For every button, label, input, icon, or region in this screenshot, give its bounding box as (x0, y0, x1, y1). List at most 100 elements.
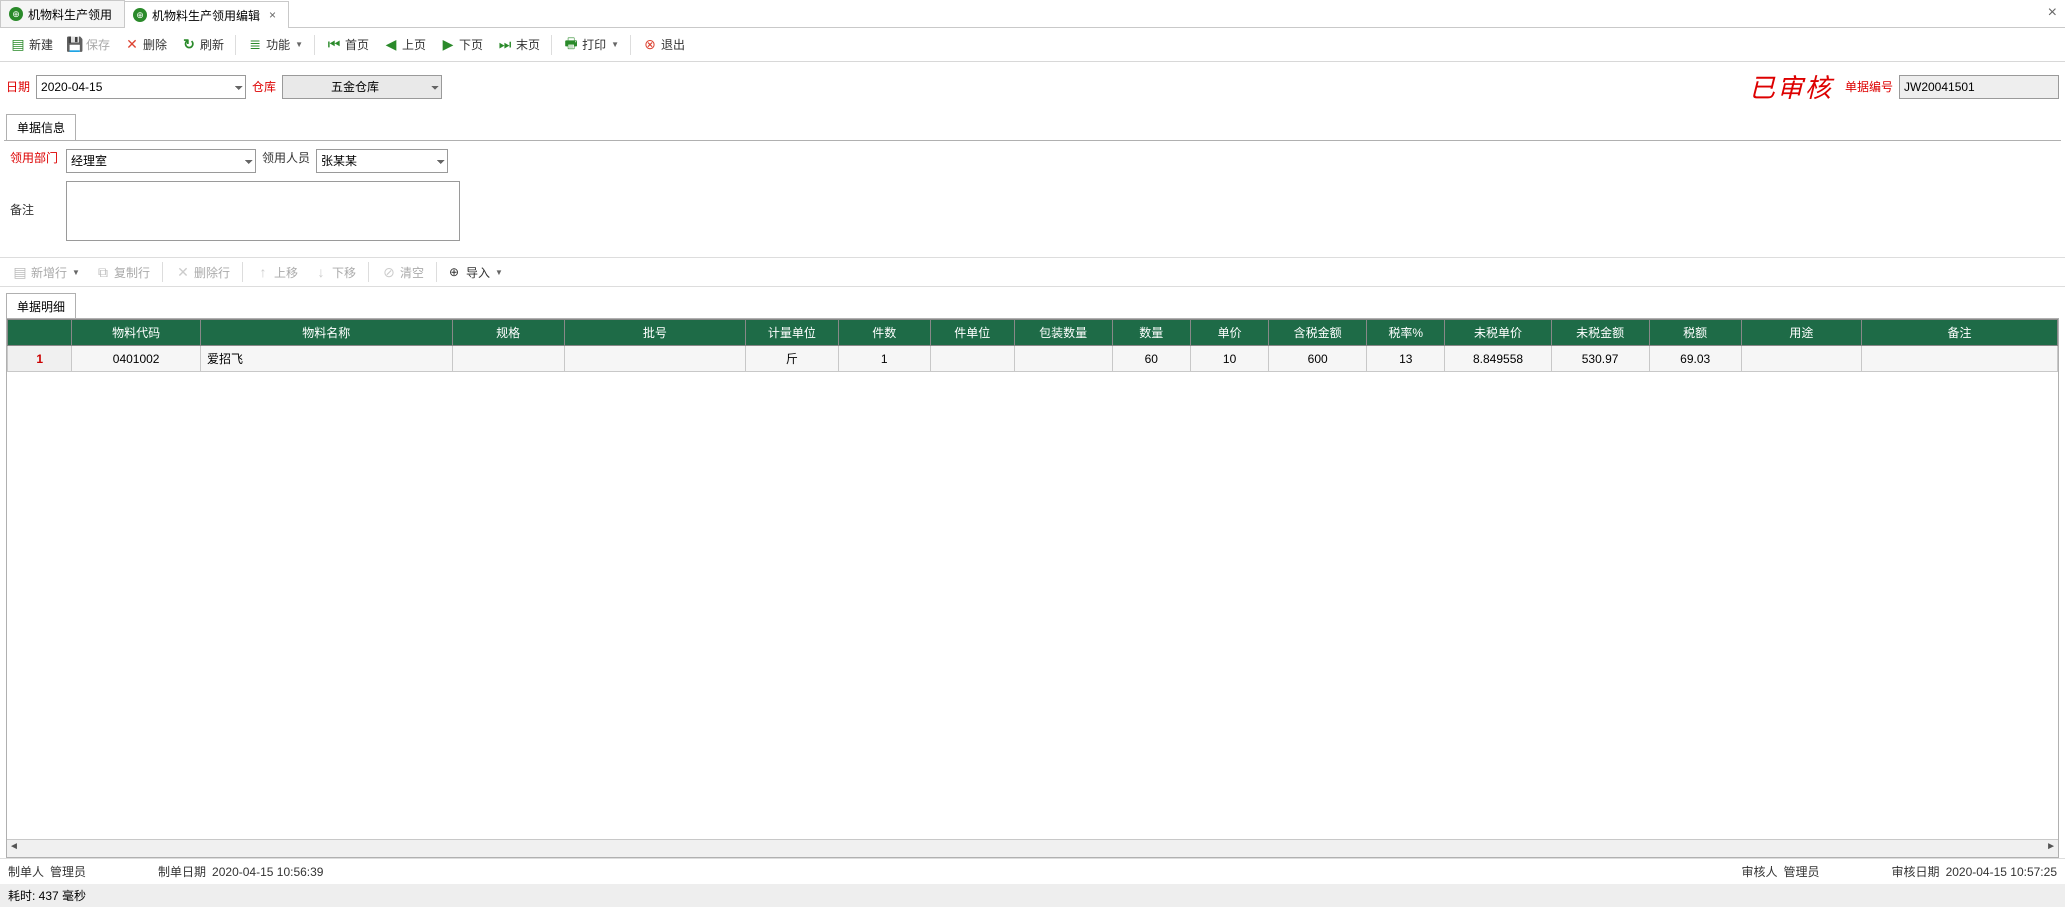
grid-wrap: 物料代码 物料名称 规格 批号 计量单位 件数 件单位 包装数量 数量 单价 含… (6, 318, 2059, 858)
copyrow-button: ⧉复制行 (89, 261, 156, 284)
col-material-name[interactable]: 物料名称 (200, 320, 452, 346)
moveup-button: ↑上移 (249, 261, 304, 284)
maker-value: 管理员 (50, 863, 86, 880)
detail-grid: 物料代码 物料名称 规格 批号 计量单位 件数 件单位 包装数量 数量 单价 含… (7, 319, 2058, 372)
section-info-body: 领用部门 经理室 领用人员 张某某 备注 (4, 140, 2061, 257)
table-row[interactable]: 10401002爱招飞斤16010600138.849558530.9769.0… (8, 346, 2058, 372)
separator (314, 35, 315, 55)
cell[interactable]: 10 (1190, 346, 1268, 372)
cell[interactable] (564, 346, 746, 372)
col-remark[interactable]: 备注 (1862, 320, 2058, 346)
cell[interactable]: 600 (1269, 346, 1367, 372)
person-select[interactable]: 张某某 (316, 149, 448, 173)
col-qty[interactable]: 数量 (1112, 320, 1190, 346)
separator (436, 262, 437, 282)
exit-icon: ⊗ (642, 37, 658, 53)
separator (162, 262, 163, 282)
dept-select[interactable]: 经理室 (66, 149, 256, 173)
status-bar: 耗时: 437 毫秒 (0, 884, 2065, 907)
cell[interactable]: 爱招飞 (200, 346, 452, 372)
new-button[interactable]: ▤新建 (4, 33, 59, 56)
close-icon[interactable]: × (269, 8, 276, 22)
horizontal-scrollbar[interactable] (7, 839, 2058, 857)
cell[interactable]: 0401002 (72, 346, 201, 372)
separator (368, 262, 369, 282)
cell[interactable] (452, 346, 564, 372)
cell[interactable]: 69.03 (1649, 346, 1741, 372)
detail-toolbar: ▤新增行▼ ⧉复制行 ✕删除行 ↑上移 ↓下移 ⊘清空 ⊕导入▼ (0, 257, 2065, 287)
col-batch[interactable]: 批号 (564, 320, 746, 346)
col-unit[interactable]: 计量单位 (746, 320, 838, 346)
up-icon: ↑ (255, 264, 271, 280)
print-icon: 🖶 (563, 37, 579, 53)
col-material-code[interactable]: 物料代码 (72, 320, 201, 346)
movedown-button: ↓下移 (307, 261, 362, 284)
separator (242, 262, 243, 282)
new-icon: ▤ (10, 37, 26, 53)
auditdate-label: 审核日期 (1892, 863, 1940, 880)
chevron-down-icon: ▼ (72, 268, 80, 277)
cell[interactable] (1741, 346, 1861, 372)
col-pack-qty[interactable]: 包装数量 (1014, 320, 1112, 346)
makedate-label: 制单日期 (158, 863, 206, 880)
col-tax-rate[interactable]: 税率% (1367, 320, 1445, 346)
tab-label: 机物料生产领用编辑 (152, 7, 260, 24)
import-button[interactable]: ⊕导入▼ (443, 261, 509, 284)
refresh-button[interactable]: ↻刷新 (175, 33, 230, 56)
col-piece-unit[interactable]: 件单位 (930, 320, 1014, 346)
maker-label: 制单人 (8, 863, 44, 880)
auditor-label: 审核人 (1742, 863, 1778, 880)
cell[interactable]: 1 (838, 346, 930, 372)
col-tax-amount[interactable]: 含税金额 (1269, 320, 1367, 346)
col-pieces[interactable]: 件数 (838, 320, 930, 346)
window-close-icon[interactable]: × (2048, 4, 2057, 22)
cell[interactable]: 530.97 (1551, 346, 1649, 372)
clear-icon: ⊘ (381, 264, 397, 280)
list-icon: ≣ (247, 37, 263, 53)
tab-bar: ⊕ 机物料生产领用 ⊕ 机物料生产领用编辑 × × (0, 0, 2065, 28)
delrow-icon: ✕ (175, 264, 191, 280)
separator (551, 35, 552, 55)
section-info-tab[interactable]: 单据信息 (6, 114, 76, 140)
last-page-button[interactable]: ⏭末页 (491, 33, 546, 56)
cell[interactable]: 斤 (746, 346, 838, 372)
cell[interactable] (930, 346, 1014, 372)
cell[interactable]: 8.849558 (1445, 346, 1551, 372)
prev-icon: ◀ (383, 37, 399, 53)
cell[interactable] (1862, 346, 2058, 372)
date-input[interactable]: 2020-04-15 (36, 75, 246, 99)
exit-button[interactable]: ⊗退出 (636, 33, 691, 56)
remark-input[interactable] (66, 181, 460, 241)
grid-tab[interactable]: 单据明细 (6, 293, 76, 319)
col-tax[interactable]: 税额 (1649, 320, 1741, 346)
docno-field (1899, 75, 2059, 99)
prev-page-button[interactable]: ◀上页 (377, 33, 432, 56)
warehouse-label: 仓库 (252, 78, 276, 95)
delete-button[interactable]: ✕删除 (118, 33, 173, 56)
addrow-icon: ▤ (12, 264, 28, 280)
row-number: 1 (8, 346, 72, 372)
next-page-button[interactable]: ▶下页 (434, 33, 489, 56)
grid-scroll[interactable]: 物料代码 物料名称 规格 批号 计量单位 件数 件单位 包装数量 数量 单价 含… (7, 319, 2058, 839)
tab-edit[interactable]: ⊕ 机物料生产领用编辑 × (124, 1, 289, 28)
cell[interactable] (1014, 346, 1112, 372)
col-notax-amount[interactable]: 未税金额 (1551, 320, 1649, 346)
warehouse-select[interactable]: 五金仓库 (282, 75, 442, 99)
first-page-button[interactable]: ⏮首页 (320, 33, 375, 56)
copyrow-icon: ⧉ (95, 264, 111, 280)
col-price[interactable]: 单价 (1190, 320, 1268, 346)
print-button[interactable]: 🖶打印▼ (557, 33, 625, 56)
tab-list[interactable]: ⊕ 机物料生产领用 (0, 0, 125, 27)
makedate-value: 2020-04-15 10:56:39 (212, 865, 323, 879)
cell[interactable]: 60 (1112, 346, 1190, 372)
function-button[interactable]: ≣功能▼ (241, 33, 309, 56)
cell[interactable]: 13 (1367, 346, 1445, 372)
next-icon: ▶ (440, 37, 456, 53)
col-purpose[interactable]: 用途 (1741, 320, 1861, 346)
col-notax-price[interactable]: 未税单价 (1445, 320, 1551, 346)
clear-button: ⊘清空 (375, 261, 430, 284)
audit-stamp: 已审核 (1749, 68, 1833, 105)
docno-label: 单据编号 (1845, 78, 1893, 95)
grid-tabwrap: 单据明细 (0, 287, 2065, 319)
col-spec[interactable]: 规格 (452, 320, 564, 346)
